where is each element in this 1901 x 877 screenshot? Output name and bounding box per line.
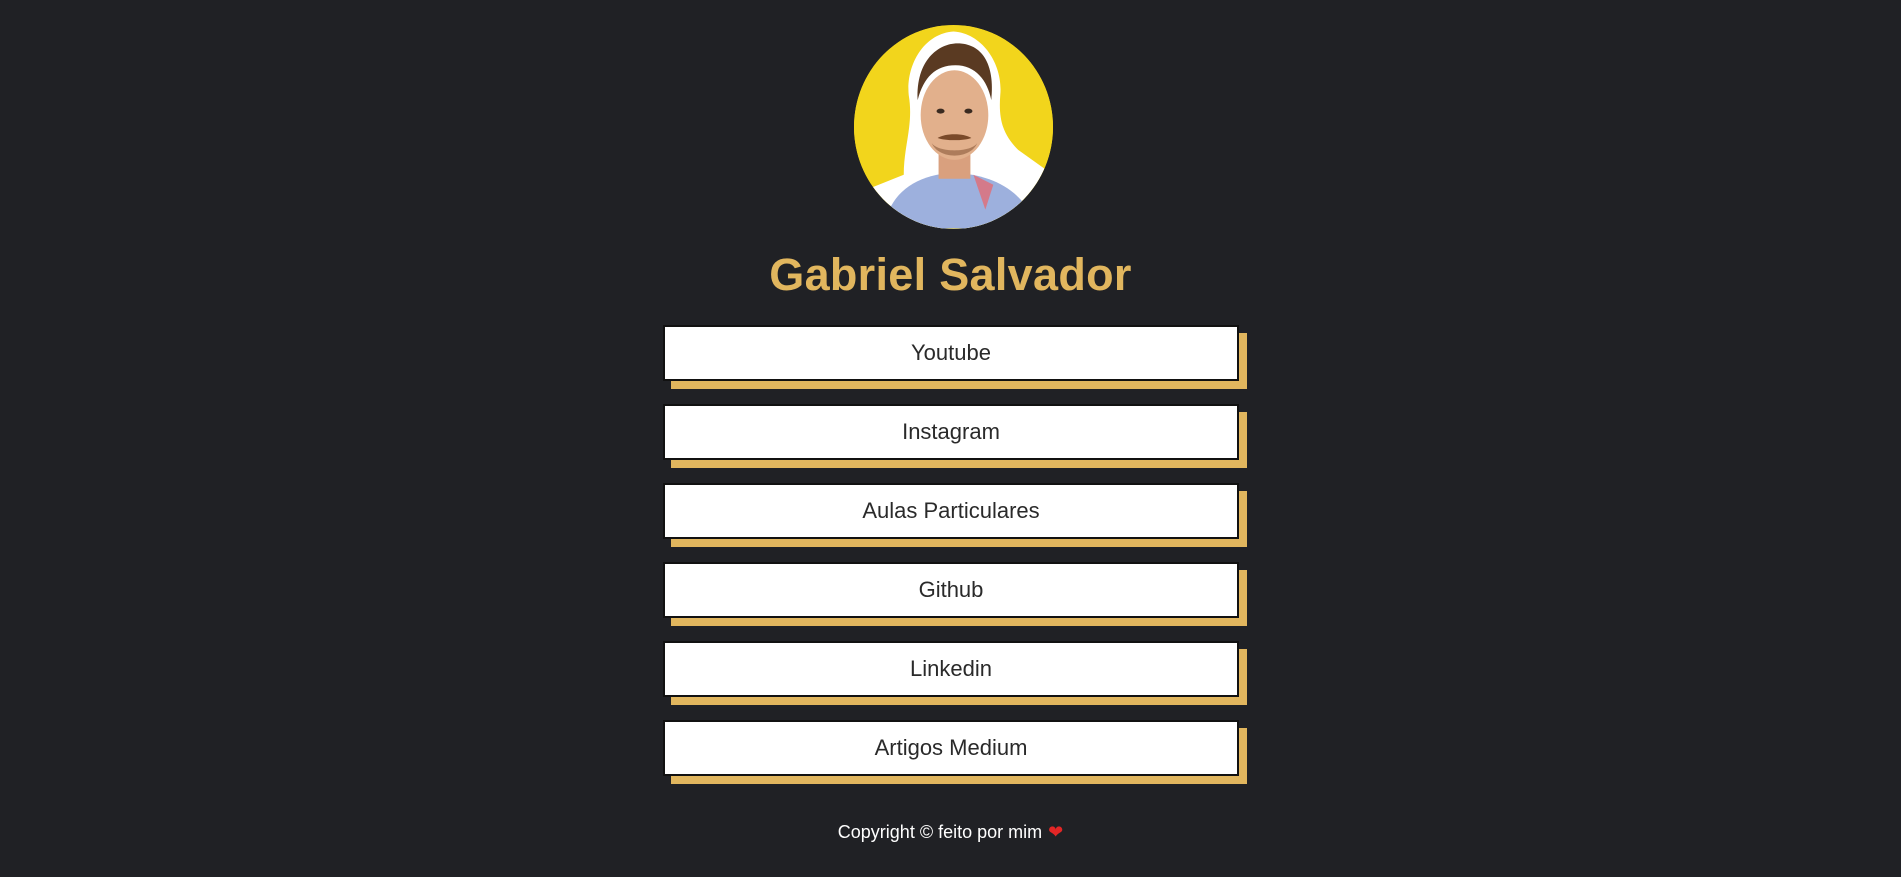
link-item: Aulas Particulares	[663, 483, 1247, 547]
profile-name: Gabriel Salvador	[769, 249, 1132, 300]
instagram-link-button[interactable]: Instagram	[663, 404, 1239, 460]
heart-icon: ❤	[1048, 822, 1064, 842]
artigos-medium-link-button[interactable]: Artigos Medium	[663, 720, 1239, 776]
copyright-text: Copyright © feito por mim	[837, 822, 1043, 842]
linkedin-link-button[interactable]: Linkedin	[663, 641, 1239, 697]
aulas-particulares-link-button[interactable]: Aulas Particulares	[663, 483, 1239, 539]
link-item: Instagram	[663, 404, 1247, 468]
links-list: Youtube Instagram Aulas Particulares Git…	[663, 325, 1247, 799]
youtube-link-button[interactable]: Youtube	[663, 325, 1239, 381]
linktree-page: Gabriel Salvador Youtube Instagram Aulas…	[0, 0, 1901, 877]
link-item: Github	[663, 562, 1247, 626]
footer: Copyright © feito por mim ❤	[0, 820, 1901, 844]
link-item: Artigos Medium	[663, 720, 1247, 784]
link-item: Linkedin	[663, 641, 1247, 705]
avatar	[854, 25, 1053, 229]
profile-photo-icon	[854, 25, 1053, 229]
github-link-button[interactable]: Github	[663, 562, 1239, 618]
link-item: Youtube	[663, 325, 1247, 389]
